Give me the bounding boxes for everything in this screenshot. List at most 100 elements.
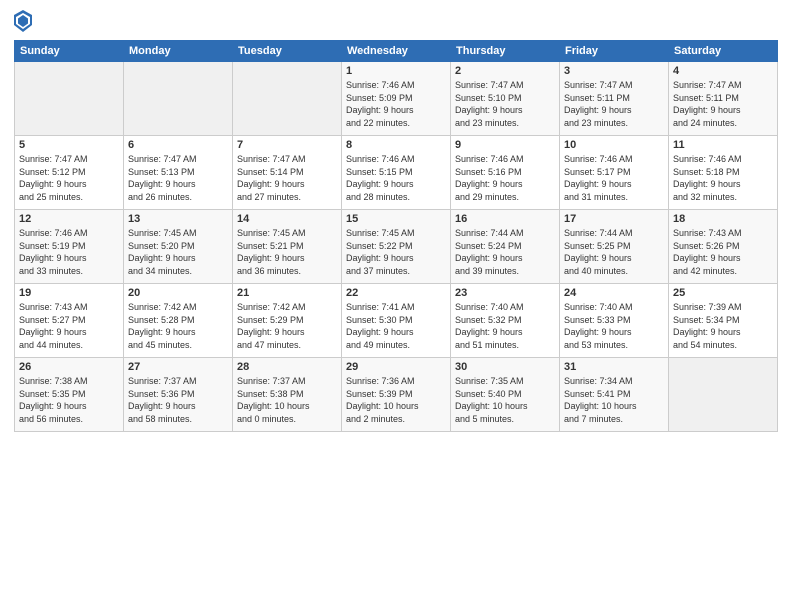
- weekday-header-row: SundayMondayTuesdayWednesdayThursdayFrid…: [15, 41, 778, 62]
- day-number: 11: [673, 139, 773, 151]
- day-number: 24: [564, 287, 664, 299]
- weekday-header-sunday: Sunday: [15, 41, 124, 62]
- calendar-cell: 8Sunrise: 7:46 AM Sunset: 5:15 PM Daylig…: [342, 136, 451, 210]
- page: SundayMondayTuesdayWednesdayThursdayFrid…: [0, 0, 792, 612]
- week-row-1: 5 Sunrise: 7:47 AM Sunset: 5:12 PM Daylig…: [15, 136, 778, 210]
- day-number: 18: [673, 213, 773, 225]
- day-info: Sunrise: 7:45 AM Sunset: 5:22 PM Dayligh…: [346, 227, 446, 277]
- day-info: Sunrise: 7:44 AM Sunset: 5:24 PM Dayligh…: [455, 227, 555, 277]
- day-info: Sunrise: 7:34 AM Sunset: 5:41 PM Dayligh…: [564, 375, 664, 425]
- day-number: 21: [237, 287, 337, 299]
- week-row-3: 19 Sunrise: 7:43 AM Sunset: 5:27 PM Dayli…: [15, 284, 778, 358]
- week-row-4: 26 Sunrise: 7:38 AM Sunset: 5:35 PM Dayli…: [15, 358, 778, 432]
- calendar-cell: 25Sunrise: 7:39 AM Sunset: 5:34 PM Dayli…: [669, 284, 778, 358]
- calendar-cell: 6 Sunrise: 7:47 AM Sunset: 5:13 PM Daylig…: [124, 136, 233, 210]
- day-number: 14: [237, 213, 337, 225]
- day-number: 13: [128, 213, 228, 225]
- day-info: Sunrise: 7:40 AM Sunset: 5:33 PM Dayligh…: [564, 301, 664, 351]
- day-info: Sunrise: 7:46 AM Sunset: 5:19 PM Dayligh…: [19, 227, 119, 277]
- calendar-cell: 3Sunrise: 7:47 AM Sunset: 5:11 PM Daylig…: [560, 62, 669, 136]
- day-number: 16: [455, 213, 555, 225]
- day-info: Sunrise: 7:47 AM Sunset: 5:10 PM Dayligh…: [455, 79, 555, 129]
- calendar-cell: 12 Sunrise: 7:46 AM Sunset: 5:19 PM Dayli…: [15, 210, 124, 284]
- day-number: 22: [346, 287, 446, 299]
- day-info: Sunrise: 7:45 AM Sunset: 5:21 PM Dayligh…: [237, 227, 337, 277]
- day-number: 15: [346, 213, 446, 225]
- calendar-cell: 11 Sunrise: 7:46 AM Sunset: 5:18 PM Dayli…: [669, 136, 778, 210]
- logo: [14, 10, 35, 32]
- calendar-cell: 7 Sunrise: 7:47 AM Sunset: 5:14 PM Daylig…: [233, 136, 342, 210]
- calendar-cell: 4Sunrise: 7:47 AM Sunset: 5:11 PM Daylig…: [669, 62, 778, 136]
- week-row-2: 12 Sunrise: 7:46 AM Sunset: 5:19 PM Dayli…: [15, 210, 778, 284]
- day-number: 5: [19, 139, 119, 151]
- calendar-cell: [669, 358, 778, 432]
- calendar-cell: 14 Sunrise: 7:45 AM Sunset: 5:21 PM Dayli…: [233, 210, 342, 284]
- day-info: Sunrise: 7:38 AM Sunset: 5:35 PM Dayligh…: [19, 375, 119, 425]
- day-info: Sunrise: 7:46 AM Sunset: 5:09 PM Dayligh…: [346, 79, 446, 129]
- day-info: Sunrise: 7:47 AM Sunset: 5:12 PM Dayligh…: [19, 153, 119, 203]
- day-info: Sunrise: 7:43 AM Sunset: 5:27 PM Dayligh…: [19, 301, 119, 351]
- day-info: Sunrise: 7:46 AM Sunset: 5:16 PM Dayligh…: [455, 153, 555, 203]
- calendar-cell: 24 Sunrise: 7:40 AM Sunset: 5:33 PM Dayli…: [560, 284, 669, 358]
- calendar-cell: 30 Sunrise: 7:35 AM Sunset: 5:40 PM Dayli…: [451, 358, 560, 432]
- day-info: Sunrise: 7:47 AM Sunset: 5:13 PM Dayligh…: [128, 153, 228, 203]
- weekday-header-friday: Friday: [560, 41, 669, 62]
- day-number: 2: [455, 65, 555, 77]
- day-number: 30: [455, 361, 555, 373]
- day-number: 8: [346, 139, 446, 151]
- day-info: Sunrise: 7:46 AM Sunset: 5:18 PM Dayligh…: [673, 153, 773, 203]
- day-number: 23: [455, 287, 555, 299]
- day-number: 25: [673, 287, 773, 299]
- day-number: 10: [564, 139, 664, 151]
- day-number: 7: [237, 139, 337, 151]
- day-info: Sunrise: 7:35 AM Sunset: 5:40 PM Dayligh…: [455, 375, 555, 425]
- calendar-cell: [124, 62, 233, 136]
- weekday-header-monday: Monday: [124, 41, 233, 62]
- day-info: Sunrise: 7:37 AM Sunset: 5:38 PM Dayligh…: [237, 375, 337, 425]
- day-number: 9: [455, 139, 555, 151]
- calendar-cell: [233, 62, 342, 136]
- calendar-cell: 2 Sunrise: 7:47 AM Sunset: 5:10 PM Daylig…: [451, 62, 560, 136]
- calendar-cell: 17 Sunrise: 7:44 AM Sunset: 5:25 PM Dayli…: [560, 210, 669, 284]
- day-info: Sunrise: 7:40 AM Sunset: 5:32 PM Dayligh…: [455, 301, 555, 351]
- calendar-cell: 5 Sunrise: 7:47 AM Sunset: 5:12 PM Daylig…: [15, 136, 124, 210]
- calendar-cell: 13 Sunrise: 7:45 AM Sunset: 5:20 PM Dayli…: [124, 210, 233, 284]
- day-info: Sunrise: 7:36 AM Sunset: 5:39 PM Dayligh…: [346, 375, 446, 425]
- calendar-cell: 16 Sunrise: 7:44 AM Sunset: 5:24 PM Dayli…: [451, 210, 560, 284]
- day-number: 19: [19, 287, 119, 299]
- day-info: Sunrise: 7:43 AM Sunset: 5:26 PM Dayligh…: [673, 227, 773, 277]
- weekday-header-tuesday: Tuesday: [233, 41, 342, 62]
- day-info: Sunrise: 7:42 AM Sunset: 5:29 PM Dayligh…: [237, 301, 337, 351]
- calendar-cell: 29 Sunrise: 7:36 AM Sunset: 5:39 PM Dayli…: [342, 358, 451, 432]
- calendar-cell: 1 Sunrise: 7:46 AM Sunset: 5:09 PM Daylig…: [342, 62, 451, 136]
- weekday-header-saturday: Saturday: [669, 41, 778, 62]
- day-number: 28: [237, 361, 337, 373]
- day-number: 12: [19, 213, 119, 225]
- day-number: 6: [128, 139, 228, 151]
- day-number: 17: [564, 213, 664, 225]
- day-info: Sunrise: 7:47 AM Sunset: 5:11 PM Dayligh…: [673, 79, 773, 129]
- day-info: Sunrise: 7:37 AM Sunset: 5:36 PM Dayligh…: [128, 375, 228, 425]
- day-info: Sunrise: 7:45 AM Sunset: 5:20 PM Dayligh…: [128, 227, 228, 277]
- generalblue-logo-icon: [14, 10, 32, 32]
- calendar-cell: 22 Sunrise: 7:41 AM Sunset: 5:30 PM Dayli…: [342, 284, 451, 358]
- calendar-cell: 28 Sunrise: 7:37 AM Sunset: 5:38 PM Dayli…: [233, 358, 342, 432]
- calendar-cell: 31Sunrise: 7:34 AM Sunset: 5:41 PM Dayli…: [560, 358, 669, 432]
- day-info: Sunrise: 7:47 AM Sunset: 5:14 PM Dayligh…: [237, 153, 337, 203]
- day-number: 29: [346, 361, 446, 373]
- day-number: 27: [128, 361, 228, 373]
- calendar-cell: 21 Sunrise: 7:42 AM Sunset: 5:29 PM Dayli…: [233, 284, 342, 358]
- weekday-header-wednesday: Wednesday: [342, 41, 451, 62]
- day-info: Sunrise: 7:44 AM Sunset: 5:25 PM Dayligh…: [564, 227, 664, 277]
- calendar-cell: 10Sunrise: 7:46 AM Sunset: 5:17 PM Dayli…: [560, 136, 669, 210]
- calendar-cell: 18 Sunrise: 7:43 AM Sunset: 5:26 PM Dayli…: [669, 210, 778, 284]
- calendar-cell: 26 Sunrise: 7:38 AM Sunset: 5:35 PM Dayli…: [15, 358, 124, 432]
- calendar-cell: 19 Sunrise: 7:43 AM Sunset: 5:27 PM Dayli…: [15, 284, 124, 358]
- day-info: Sunrise: 7:42 AM Sunset: 5:28 PM Dayligh…: [128, 301, 228, 351]
- day-number: 1: [346, 65, 446, 77]
- calendar-cell: 9 Sunrise: 7:46 AM Sunset: 5:16 PM Daylig…: [451, 136, 560, 210]
- calendar-cell: [15, 62, 124, 136]
- day-info: Sunrise: 7:41 AM Sunset: 5:30 PM Dayligh…: [346, 301, 446, 351]
- calendar: SundayMondayTuesdayWednesdayThursdayFrid…: [14, 40, 778, 432]
- day-number: 26: [19, 361, 119, 373]
